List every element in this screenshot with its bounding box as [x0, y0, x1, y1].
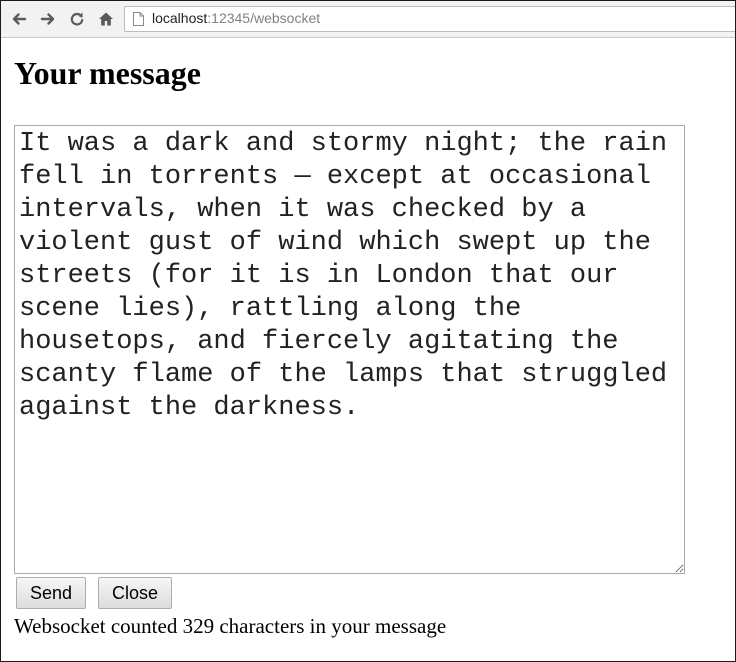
- page-icon: [133, 12, 144, 26]
- page-title: Your message: [14, 55, 201, 91]
- message-textarea[interactable]: It was a dark and stormy night; the rain…: [14, 125, 685, 574]
- browser-toolbar: localhost:12345/websocket: [1, 1, 735, 38]
- home-icon[interactable]: [95, 8, 117, 30]
- status-message: Websocket counted 329 characters in your…: [14, 614, 447, 638]
- forward-arrow-icon[interactable]: [37, 8, 59, 30]
- back-arrow-icon[interactable]: [8, 8, 30, 30]
- close-button[interactable]: Close: [98, 577, 172, 609]
- url-port-path: :12345/websocket: [207, 10, 321, 26]
- address-bar[interactable]: localhost:12345/websocket: [124, 6, 735, 32]
- send-button[interactable]: Send: [16, 577, 86, 609]
- reload-icon[interactable]: [66, 8, 88, 30]
- browser-window: localhost:12345/websocket Your message I…: [0, 0, 736, 662]
- url-host: localhost: [152, 10, 208, 26]
- url-text: localhost:12345/websocket: [152, 10, 320, 26]
